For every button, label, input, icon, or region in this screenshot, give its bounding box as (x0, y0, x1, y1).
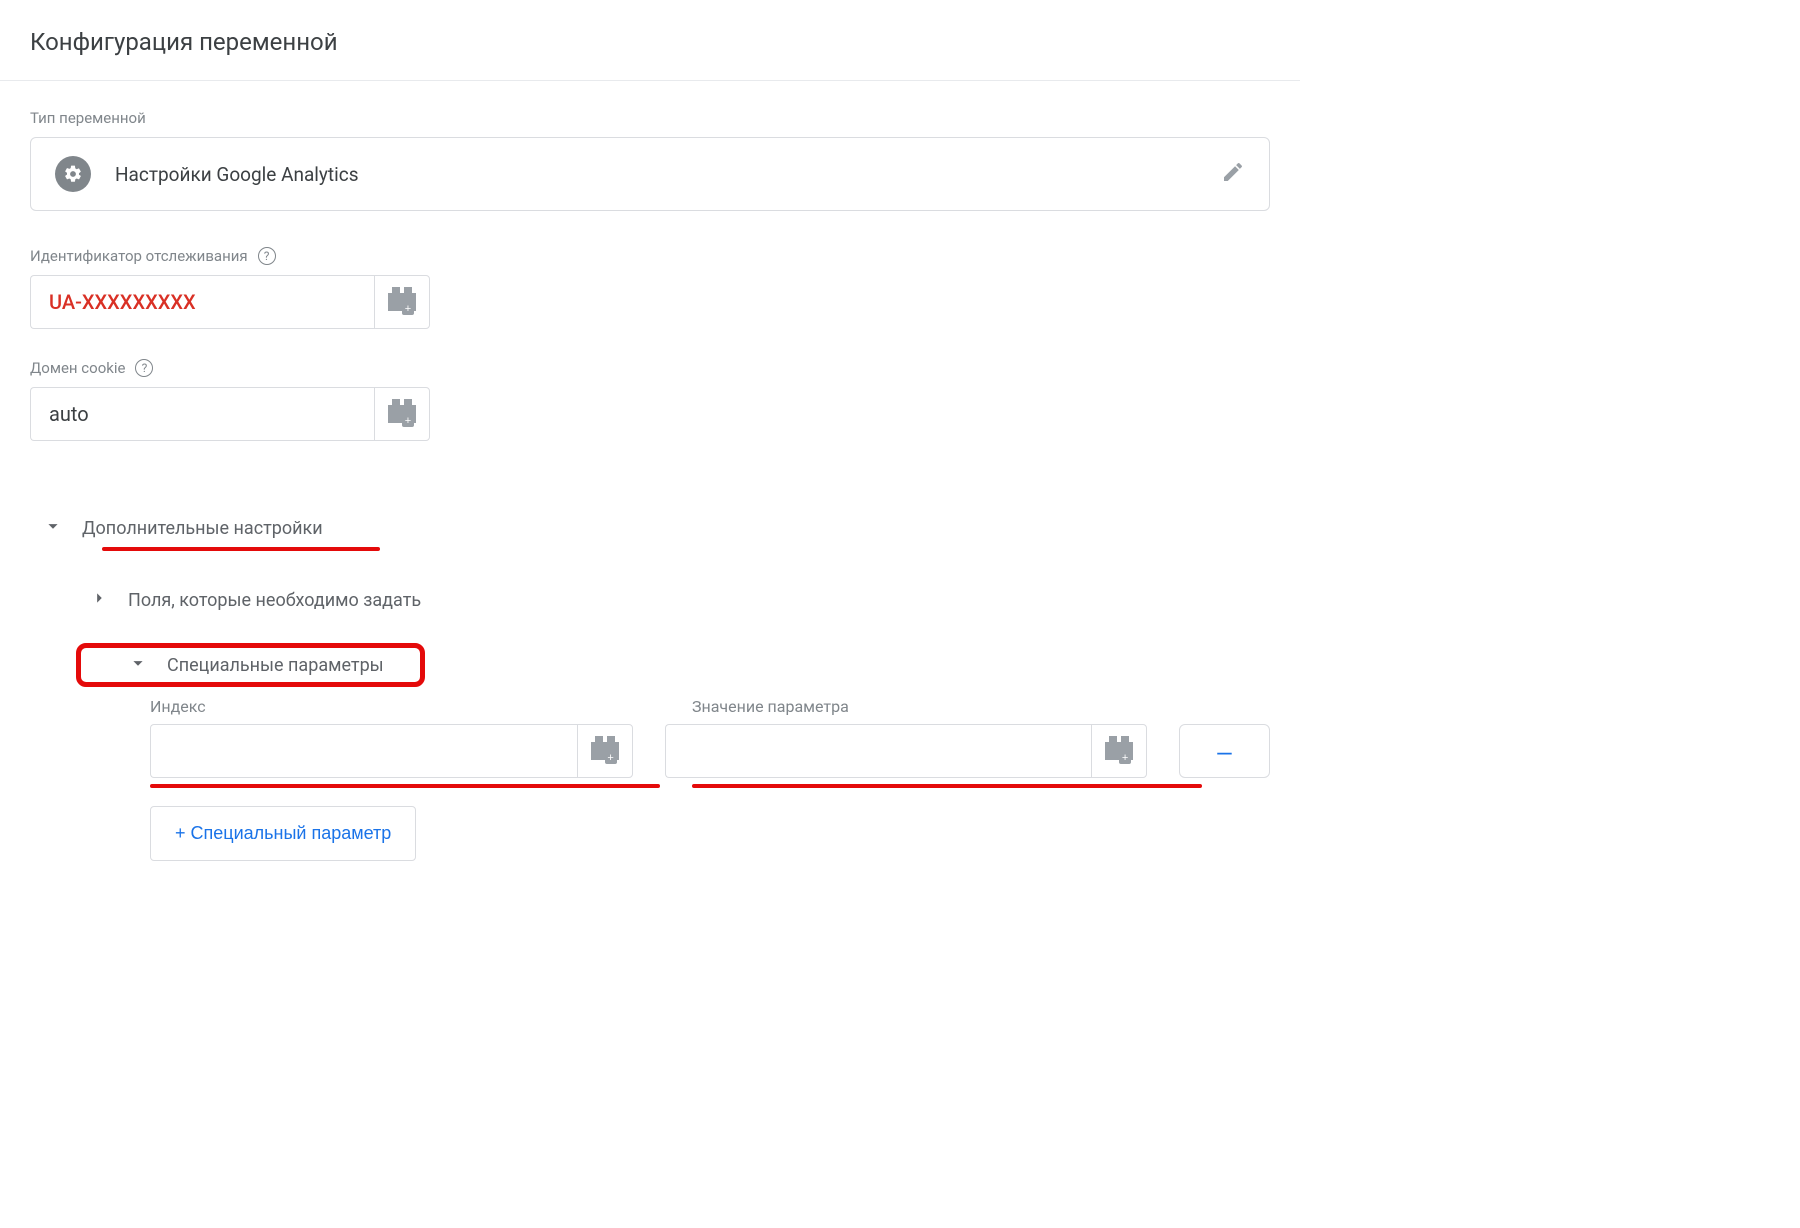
variable-type-label: Тип переменной (30, 109, 1270, 127)
insert-variable-button[interactable] (577, 724, 633, 778)
page-title: Конфигурация переменной (0, 0, 1300, 80)
chevron-down-icon (42, 515, 64, 541)
chevron-down-icon (127, 652, 149, 678)
remove-row-button[interactable]: – (1179, 724, 1270, 778)
insert-variable-button[interactable] (1091, 724, 1147, 778)
annotation-underline (102, 547, 380, 551)
custom-dimension-row: – (150, 724, 1270, 778)
annotation-box: Специальные параметры (76, 643, 425, 687)
brick-plus-icon (1105, 742, 1133, 760)
help-icon[interactable]: ? (258, 247, 276, 265)
dimension-value-input[interactable] (665, 724, 1092, 778)
gear-icon (55, 156, 91, 192)
tracking-id-label: Идентификатор отслеживания ? (30, 247, 1270, 265)
cookie-domain-label: Домен cookie ? (30, 359, 1270, 377)
column-header-value: Значение параметра (692, 697, 1202, 716)
help-icon[interactable]: ? (135, 359, 153, 377)
brick-plus-icon (388, 405, 416, 423)
chevron-right-icon (88, 587, 110, 613)
tracking-id-input[interactable] (30, 275, 374, 329)
insert-variable-button[interactable] (374, 275, 430, 329)
brick-plus-icon (388, 293, 416, 311)
annotation-underline-row (150, 780, 1270, 788)
variable-type-name: Настройки Google Analytics (115, 163, 1197, 186)
dimension-index-input[interactable] (150, 724, 577, 778)
brick-plus-icon (591, 742, 619, 760)
section-label: Дополнительные настройки (82, 518, 323, 539)
section-label: Поля, которые необходимо задать (128, 590, 421, 611)
variable-type-card[interactable]: Настройки Google Analytics (30, 137, 1270, 211)
section-custom-dimensions[interactable]: Специальные параметры (167, 655, 384, 676)
edit-icon[interactable] (1221, 160, 1245, 188)
column-header-index: Индекс (150, 697, 660, 716)
cookie-domain-input[interactable] (30, 387, 374, 441)
add-custom-dimension-button[interactable]: + Специальный параметр (150, 806, 416, 861)
insert-variable-button[interactable] (374, 387, 430, 441)
section-fields-to-set[interactable]: Поля, которые необходимо задать (30, 573, 1270, 627)
